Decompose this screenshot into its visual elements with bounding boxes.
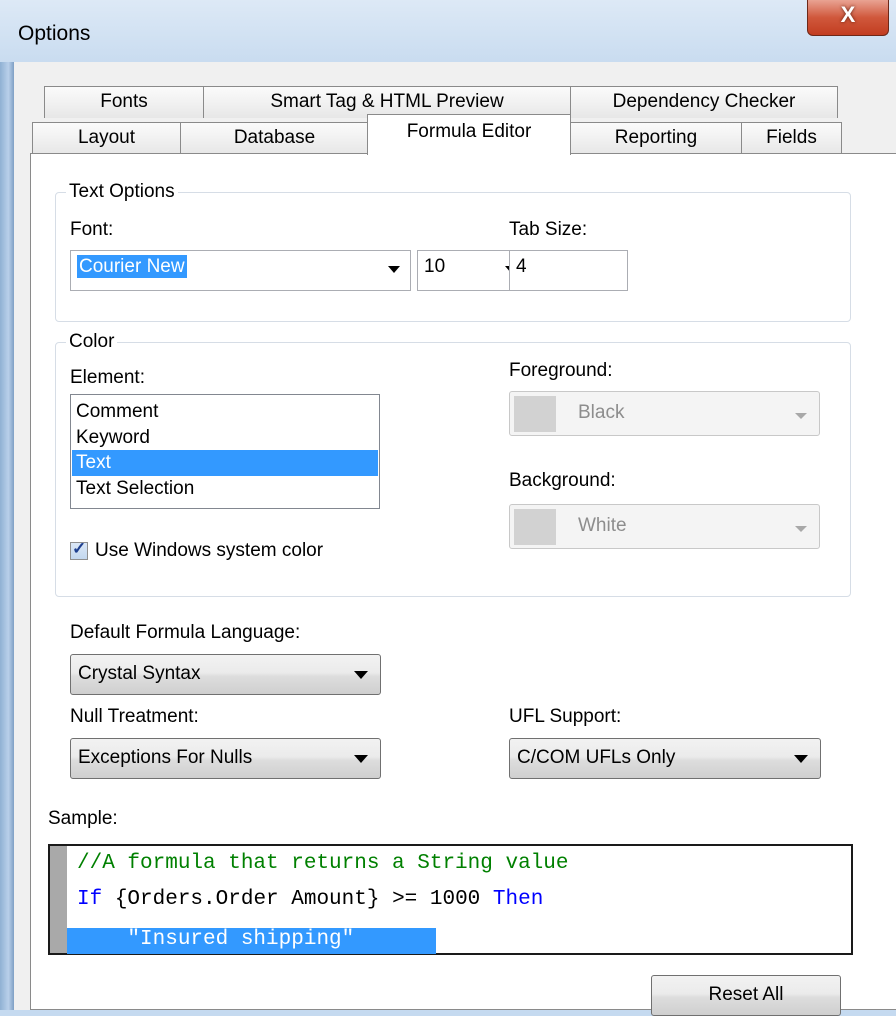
- formula-language-select[interactable]: Crystal Syntax: [70, 654, 381, 695]
- code-keyword: If: [77, 888, 103, 911]
- tab-fonts[interactable]: Fonts: [44, 86, 204, 118]
- background-label: Background:: [509, 470, 616, 491]
- window-frame-left: [0, 62, 14, 1010]
- chevron-down-icon: [388, 266, 400, 273]
- list-item[interactable]: Text: [72, 450, 378, 476]
- chevron-down-icon: [354, 755, 368, 763]
- tab-layout[interactable]: Layout: [32, 122, 181, 154]
- code-keyword: Then: [492, 888, 544, 911]
- element-label: Element:: [70, 367, 145, 388]
- null-treatment-label: Null Treatment:: [70, 706, 199, 727]
- ufl-support-label: UFL Support:: [509, 706, 622, 727]
- font-select-value: Courier New: [77, 255, 187, 278]
- color-legend: Color: [66, 331, 118, 353]
- code-line-string: "Insured shipping": [77, 928, 355, 951]
- window-title: Options: [18, 22, 91, 45]
- tab-reporting[interactable]: Reporting: [570, 122, 742, 154]
- formula-editor-panel: Text Options Font: Courier New 10 Tab Si…: [30, 153, 896, 1016]
- chevron-down-icon: [795, 526, 807, 532]
- null-treatment-select[interactable]: Exceptions For Nulls: [70, 738, 381, 779]
- ufl-support-value: C/COM UFLs Only: [517, 747, 676, 768]
- font-label: Font:: [70, 219, 114, 240]
- chevron-down-icon: [354, 671, 368, 679]
- code-gutter: [50, 846, 67, 953]
- list-item[interactable]: Comment: [72, 399, 378, 425]
- system-color-label: Use Windows system color: [95, 540, 324, 561]
- chevron-down-icon: [794, 755, 808, 763]
- tab-formula-editor[interactable]: Formula Editor: [367, 114, 571, 155]
- formula-language-value: Crystal Syntax: [78, 663, 201, 684]
- tab-fields[interactable]: Fields: [741, 122, 842, 154]
- tab-dependency-checker[interactable]: Dependency Checker: [570, 86, 838, 118]
- system-color-checkbox[interactable]: ✓: [70, 539, 88, 560]
- sample-label: Sample:: [48, 808, 118, 829]
- font-select[interactable]: Courier New: [70, 250, 411, 291]
- title-bar: Options X: [0, 0, 896, 62]
- text-options-legend: Text Options: [66, 181, 178, 203]
- background-color-select[interactable]: White: [509, 504, 820, 549]
- element-listbox[interactable]: Comment Keyword Text Text Selection: [70, 394, 380, 509]
- tab-database[interactable]: Database: [180, 122, 369, 154]
- color-swatch: [514, 396, 556, 432]
- tab-size-input[interactable]: 4: [509, 250, 628, 291]
- background-value: White: [578, 515, 627, 536]
- color-swatch: [514, 509, 556, 545]
- code-line-comment: //A formula that returns a String value: [77, 852, 569, 875]
- code-text: {Orders.Order Amount} >= 1000: [102, 888, 493, 911]
- ufl-support-select[interactable]: C/COM UFLs Only: [509, 738, 821, 779]
- chevron-down-icon: [795, 413, 807, 419]
- foreground-label: Foreground:: [509, 360, 613, 381]
- list-item[interactable]: Text Selection: [72, 476, 378, 502]
- null-treatment-value: Exceptions For Nulls: [78, 747, 253, 768]
- tab-size-value: 4: [516, 256, 527, 277]
- checkmark-icon: ✓: [72, 539, 87, 558]
- foreground-value: Black: [578, 402, 625, 423]
- foreground-color-select[interactable]: Black: [509, 391, 820, 436]
- formula-language-label: Default Formula Language:: [70, 622, 301, 643]
- close-button[interactable]: X: [807, 0, 889, 36]
- tab-size-label: Tab Size:: [509, 219, 588, 240]
- list-item[interactable]: Keyword: [72, 425, 378, 451]
- code-line-condition: If {Orders.Order Amount} >= 1000 Then: [77, 888, 543, 911]
- close-icon: X: [840, 2, 856, 27]
- sample-code-preview: //A formula that returns a String value …: [48, 844, 853, 955]
- font-size-value: 10: [424, 256, 446, 277]
